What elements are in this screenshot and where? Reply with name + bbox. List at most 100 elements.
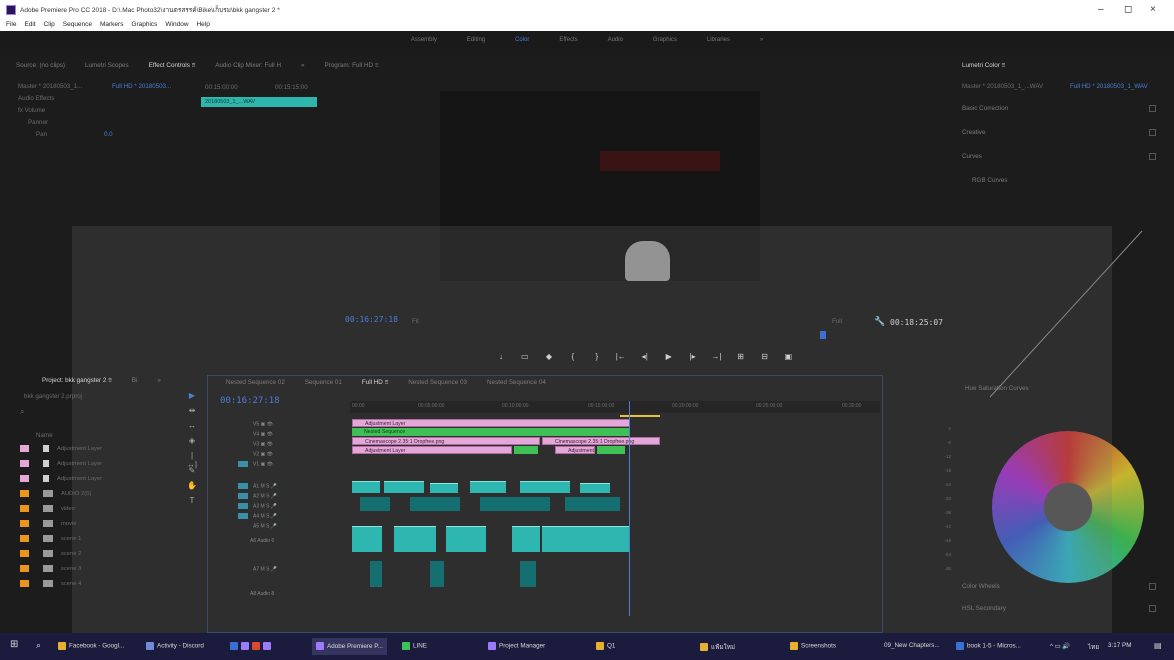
tab-source[interactable]: Source: (no clips) <box>16 62 65 69</box>
audio-clip[interactable] <box>470 481 506 493</box>
menu-sequence[interactable]: Sequence <box>63 21 92 28</box>
clip-cinemascope[interactable]: Cinemascope 2.35:1 Dropfree.png <box>352 437 540 445</box>
list-item[interactable]: Adjustment Layer <box>20 445 102 455</box>
audio-clip[interactable] <box>520 481 570 493</box>
maximize-button[interactable]: ◻ <box>1124 4 1132 15</box>
audio-clip[interactable] <box>512 526 540 552</box>
enable-checkbox[interactable] <box>1149 129 1156 136</box>
taskbar-app-discord[interactable]: Activity - Discord <box>146 642 204 650</box>
menu-clip[interactable]: Clip <box>44 21 55 28</box>
lumetri-basic-correction[interactable]: Basic Correction <box>962 105 1162 115</box>
workspace-tab-audio[interactable]: Audio <box>608 37 623 43</box>
menu-file[interactable]: File <box>6 21 16 28</box>
lumetri-creative[interactable]: Creative <box>962 129 1162 139</box>
list-item[interactable]: scene 4 <box>20 580 81 590</box>
list-item[interactable]: scene 1 <box>20 535 81 545</box>
lift-icon[interactable]: ⊞ <box>730 352 752 361</box>
track-header-v5[interactable]: V5 ▣ 👁 <box>238 421 273 427</box>
play-icon[interactable]: ▶ <box>658 352 680 361</box>
mark-out-icon[interactable]: } <box>586 352 608 361</box>
slip-tool-icon[interactable]: |↔| <box>186 451 198 469</box>
razor-tool-icon[interactable]: ◈ <box>186 436 198 451</box>
audio-clip[interactable] <box>520 561 536 587</box>
track-target[interactable] <box>238 493 248 499</box>
track-target[interactable] <box>238 566 248 572</box>
tab-nested-sequence-03[interactable]: Nested Sequence 03 <box>408 379 467 386</box>
menu-graphics[interactable]: Graphics <box>131 21 157 28</box>
tab-nested-sequence-04[interactable]: Nested Sequence 04 <box>487 379 546 386</box>
ec-sequence[interactable]: Full HD * 20180503... <box>112 83 171 90</box>
track-header-v1[interactable]: V1 ▣ 👁 <box>238 461 273 467</box>
tab-sequence-01[interactable]: Sequence 01 <box>305 379 342 386</box>
list-item[interactable]: Adjustment Layer <box>20 460 102 470</box>
enable-checkbox[interactable] <box>1149 583 1156 590</box>
input-language[interactable]: ไทย <box>1088 642 1099 652</box>
taskbar-app-chapters[interactable]: 09_New Chapters... <box>884 642 940 649</box>
audio-clip[interactable] <box>580 483 610 493</box>
ec-pan-value[interactable]: 0.0 <box>104 131 113 138</box>
tab-project[interactable]: Project: bkk gangster 2 ≡ <box>42 377 112 384</box>
track-select-tool-icon[interactable]: ⇹ <box>186 406 198 421</box>
search-icon[interactable]: ⌕ <box>36 640 41 651</box>
track-target[interactable] <box>238 483 248 489</box>
ec-fx-volume[interactable]: fx Volume <box>18 107 45 114</box>
tab-full-hd[interactable]: Full HD ≡ <box>362 379 388 386</box>
track-header-v3[interactable]: V3 ▣ 👁 <box>238 441 273 447</box>
menu-edit[interactable]: Edit <box>24 21 35 28</box>
ec-panner[interactable]: Panner <box>28 119 48 126</box>
clip-nested-sequence[interactable]: Nested Sequence <box>352 428 630 436</box>
search-icon[interactable]: ⌕ <box>20 407 24 417</box>
go-to-in-icon[interactable]: |← <box>610 352 632 361</box>
audio-clip[interactable] <box>542 526 630 552</box>
hand-tool-icon[interactable]: ✋ <box>186 481 198 496</box>
menu-markers[interactable]: Markers <box>100 21 123 28</box>
tab-lumetri-scopes[interactable]: Lumetri Scopes <box>85 62 129 69</box>
lumetri-rgb-curves[interactable]: RGB Curves <box>972 177 1172 187</box>
taskbar-app-word[interactable]: book 1-5 - Micros... <box>956 642 1021 650</box>
tab-overflow[interactable]: » <box>157 377 161 384</box>
track-target[interactable] <box>238 451 248 457</box>
track-header-a4[interactable]: A4 M S 🎤 <box>238 513 277 519</box>
tab-nested-sequence-02[interactable]: Nested Sequence 02 <box>226 379 285 386</box>
tray-icons[interactable]: ^ ▭ 🔊 <box>1050 642 1070 650</box>
tab-program[interactable]: Program: Full HD ≡ <box>324 62 378 69</box>
track-target[interactable] <box>238 441 248 447</box>
taskbar-app-q1[interactable]: Q1 <box>596 642 615 650</box>
lumetri-curves[interactable]: Curves <box>962 153 1162 163</box>
lumetri-sequence[interactable]: Full HD * 20180503_1_WAV <box>1070 83 1148 90</box>
track-target[interactable] <box>238 513 248 519</box>
step-forward-icon[interactable]: |▸ <box>682 352 704 361</box>
minimize-button[interactable]: – <box>1098 4 1104 15</box>
selection-tool-icon[interactable]: ▶ <box>186 391 198 406</box>
safe-margins-icon[interactable]: ▭ <box>514 352 536 361</box>
track-header-v2[interactable]: V2 ▣ 👁 <box>238 451 273 457</box>
enable-checkbox[interactable] <box>1149 605 1156 612</box>
audio-clip[interactable] <box>370 561 382 587</box>
tab-effect-controls[interactable]: Effect Controls ≡ <box>149 62 196 69</box>
workspace-overflow[interactable]: » <box>760 37 763 43</box>
clip-adjustment-layer[interactable]: Adjustment Layer <box>352 446 512 454</box>
workspace-tab-effects[interactable]: Effects <box>559 37 577 43</box>
marker-icon[interactable]: ◆ <box>538 352 560 361</box>
program-quality-dropdown[interactable]: Full <box>832 318 842 325</box>
audio-clip[interactable] <box>410 497 460 511</box>
timeline-ruler[interactable]: 00:00 00:05:00:00 00:10:00:00 00:15:00:0… <box>350 401 880 413</box>
in-out-range[interactable] <box>620 415 660 417</box>
export-frame-icon[interactable]: ▣ <box>777 352 799 361</box>
list-item[interactable]: AUDIO 2(5) <box>20 490 91 500</box>
clip-video[interactable] <box>514 446 538 454</box>
track-header-a2[interactable]: A2 M S 🎤 <box>238 493 277 499</box>
program-playhead[interactable] <box>820 331 826 339</box>
enable-checkbox[interactable] <box>1149 153 1156 160</box>
step-back-icon[interactable]: ◂| <box>634 352 656 361</box>
list-item[interactable]: scene 3 <box>20 565 81 575</box>
clip-video[interactable] <box>597 446 625 454</box>
list-item[interactable]: Adjustment Layer <box>20 475 102 485</box>
go-to-out-icon[interactable]: →| <box>706 352 728 361</box>
track-target[interactable] <box>238 431 248 437</box>
track-header-a6[interactable]: A6 Audio 6 <box>250 538 274 544</box>
ripple-edit-tool-icon[interactable]: ↔ <box>186 421 198 436</box>
timeline-playhead[interactable] <box>629 401 630 616</box>
program-fit-dropdown[interactable]: Fit <box>412 318 419 325</box>
track-header-a5[interactable]: A5 M S 🎤 <box>238 523 277 529</box>
